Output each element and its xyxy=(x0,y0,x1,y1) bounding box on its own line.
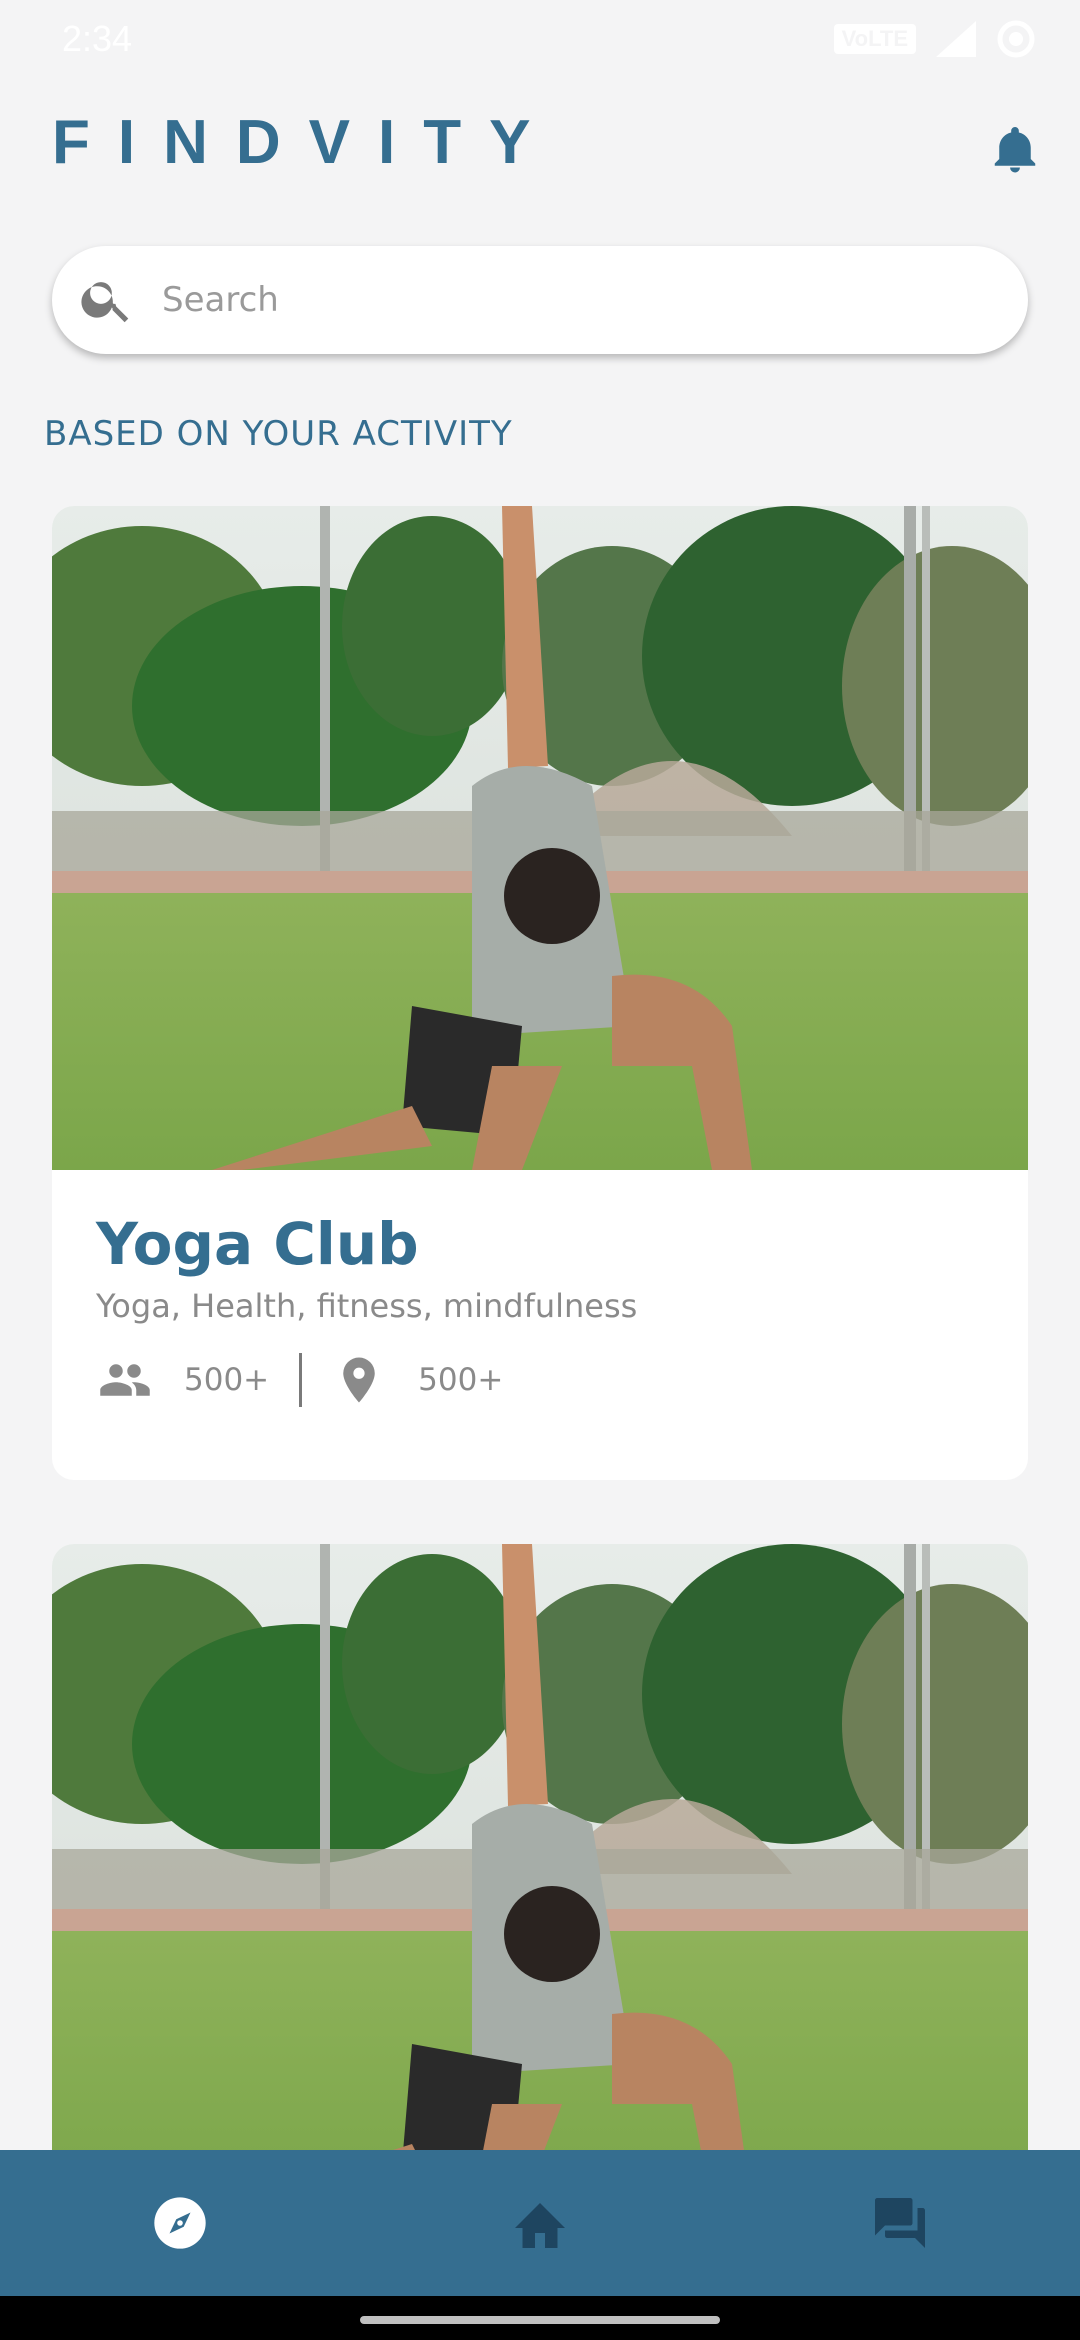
yoga-photo xyxy=(52,506,1028,1170)
member-count: 500+ xyxy=(184,1361,270,1398)
bottom-navigation xyxy=(0,2150,1080,2296)
yoga-photo xyxy=(52,1544,1028,2208)
card-title: Yoga Club xyxy=(96,1210,419,1278)
sync-icon xyxy=(997,20,1035,58)
app-logo: FINDVITY xyxy=(52,108,559,177)
card-tags: Yoga, Health, fitness, mindfulness xyxy=(96,1286,638,1325)
search-input[interactable] xyxy=(162,246,982,354)
search-bar[interactable] xyxy=(52,246,1028,354)
nav-home[interactable] xyxy=(360,2150,720,2296)
nav-explore[interactable] xyxy=(0,2150,360,2296)
volte-icon: VoLTE xyxy=(833,24,916,54)
location-count: 500+ xyxy=(418,1361,504,1398)
card-image xyxy=(52,1544,1028,2208)
activity-card[interactable] xyxy=(52,1544,1028,2244)
status-icons: VoLTE xyxy=(833,18,1036,60)
search-icon xyxy=(81,282,129,323)
card-body: Yoga Club Yoga, Health, fitness, mindful… xyxy=(52,1170,1028,1407)
status-time: 2:34 xyxy=(62,18,133,59)
signal-icon xyxy=(936,21,976,57)
status-bar: 2:34 VoLTE xyxy=(0,0,1080,80)
activity-card[interactable]: Yoga Club Yoga, Health, fitness, mindful… xyxy=(52,506,1028,1480)
chat-icon xyxy=(875,2198,925,2248)
bell-icon[interactable] xyxy=(988,120,1042,180)
location-pin-icon xyxy=(343,1357,375,1403)
people-icon xyxy=(100,1364,150,1396)
card-image xyxy=(52,506,1028,1170)
card-meta: 500+ 500+ xyxy=(96,1352,1028,1407)
section-title: BASED ON YOUR ACTIVITY xyxy=(44,414,513,454)
home-icon xyxy=(515,2203,565,2248)
meta-divider xyxy=(299,1352,303,1407)
gesture-handle[interactable] xyxy=(360,2316,720,2324)
nav-chat[interactable] xyxy=(720,2150,1080,2296)
compass-icon xyxy=(154,2197,206,2249)
